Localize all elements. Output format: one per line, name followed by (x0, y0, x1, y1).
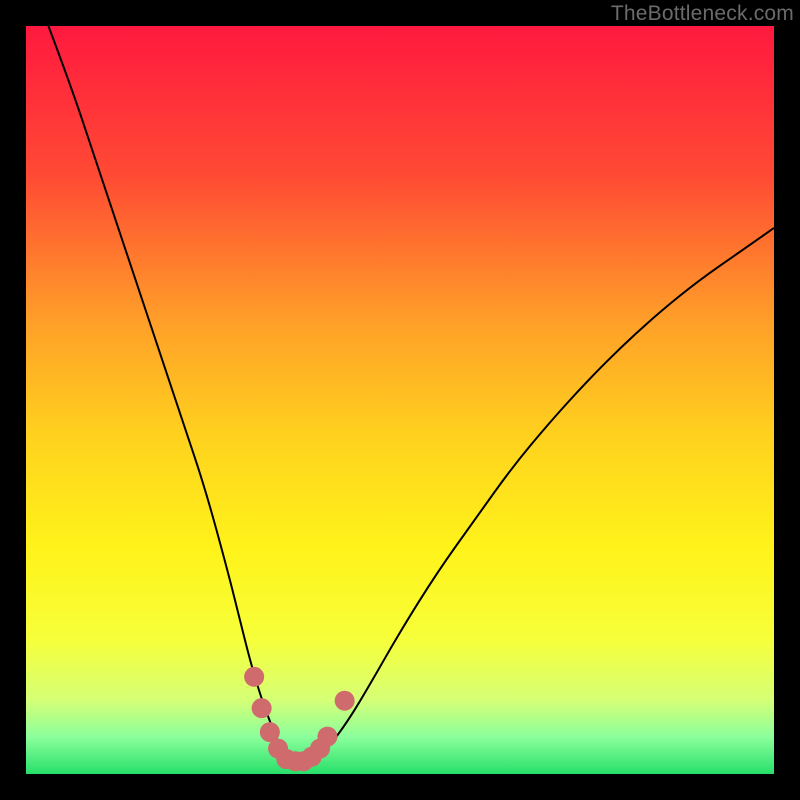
marker-dot (252, 698, 272, 718)
marker-dot (335, 691, 355, 711)
gradient-background (26, 26, 774, 774)
marker-dot (244, 667, 264, 687)
bottleneck-chart (26, 26, 774, 774)
marker-dot (317, 727, 337, 747)
watermark-text: TheBottleneck.com (611, 2, 794, 26)
chart-frame (26, 26, 774, 774)
